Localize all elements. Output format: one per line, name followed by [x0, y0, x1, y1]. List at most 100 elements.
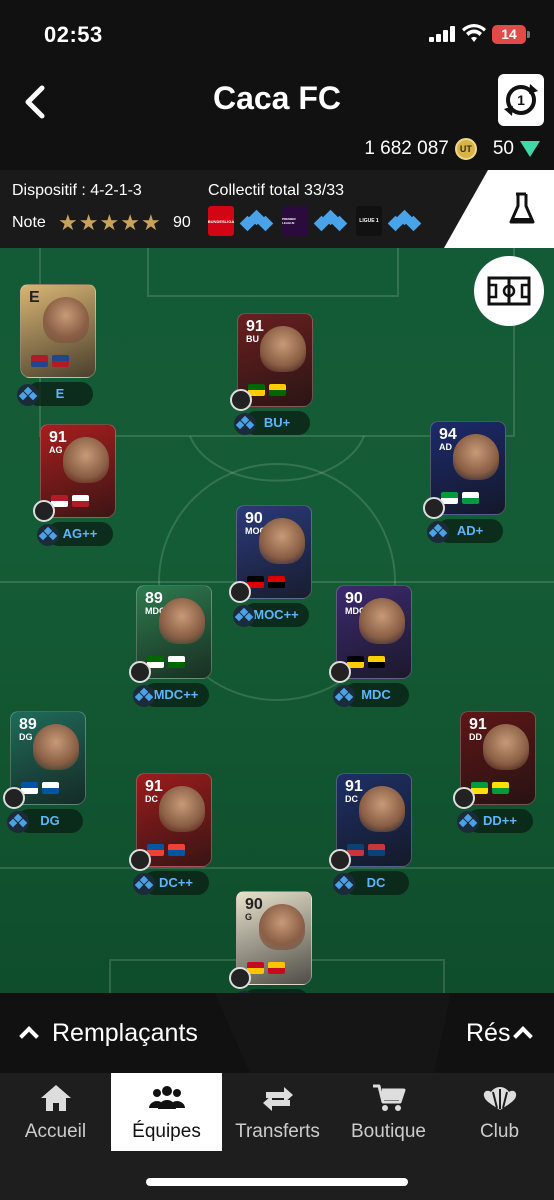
points-value: 50 [492, 138, 514, 159]
bench-toggle-button[interactable]: Remplaçants [0, 993, 250, 1073]
player-badges [347, 656, 389, 668]
player-badges [248, 384, 290, 396]
chemistry-diamonds-icon [133, 873, 155, 895]
player-rating: 90 [345, 590, 363, 607]
squad-info-bar: Dispositif : 4-2-1-3 Collectif total 33/… [0, 170, 554, 248]
badge-icon [52, 355, 69, 367]
currency-display: 1 682 087 UT 50 [364, 138, 540, 160]
player-rating: 94 [439, 426, 457, 443]
status-bar: 02:53 14 [0, 0, 554, 62]
player-slot[interactable]: 91 DC DC++ [124, 773, 219, 895]
player-slot[interactable]: EE [13, 284, 103, 406]
battery-icon: 14 [492, 25, 526, 44]
player-slot[interactable]: 91 DD DD++ [448, 711, 543, 833]
player-portrait [259, 518, 305, 564]
wifi-icon [462, 24, 486, 42]
nav-club-label: Club [479, 1121, 520, 1142]
svg-text:1: 1 [517, 92, 525, 108]
battery-tip [527, 31, 530, 38]
transfer-icon [263, 1087, 293, 1111]
player-badges [31, 355, 73, 367]
player-badges [247, 576, 289, 588]
badge-icon [72, 495, 89, 507]
badge-icon [462, 492, 479, 504]
player-slot[interactable]: 91 BU BU+ [225, 313, 320, 435]
chemistry-diamonds-icon [333, 873, 355, 895]
player-slot[interactable]: 94 AD AD+ [418, 421, 513, 543]
formation-view-button[interactable] [474, 256, 544, 326]
chemistry-diamonds-icon [387, 209, 422, 232]
player-portrait [159, 598, 205, 644]
nav-store[interactable]: Boutique [333, 1073, 444, 1151]
player-portrait [359, 786, 405, 832]
player-slot[interactable]: 89 MDC MDC++ [124, 585, 219, 707]
player-slot[interactable]: 90 MOC MOC++ [224, 505, 319, 627]
player-card[interactable]: E [20, 284, 96, 378]
chemistry-diamonds-icon [333, 685, 355, 707]
player-rating: 89 [145, 590, 163, 607]
star-icon: ★ [78, 210, 99, 235]
player-slot[interactable]: 91 AG AG++ [28, 424, 123, 546]
player-badges [441, 492, 483, 504]
page-title: Caca FC [212, 80, 342, 116]
badge-icon [268, 962, 285, 974]
badge-icon [168, 656, 185, 668]
player-portrait [63, 437, 109, 483]
badge-icon [492, 782, 509, 794]
player-card-position: AG [49, 445, 63, 455]
player-rating: 91 [246, 318, 264, 335]
player-badges [247, 962, 289, 974]
player-rating: 91 [49, 429, 67, 446]
chemistry-diamonds-icon [313, 209, 348, 232]
player-portrait [33, 724, 79, 770]
formation-text: Dispositif : 4-2-1-3 [12, 182, 142, 199]
player-rating: 91 [345, 778, 363, 795]
chemistry-diamonds-icon [427, 521, 449, 543]
player-portrait [159, 786, 205, 832]
player-card-position: G [245, 912, 253, 922]
header: Caca FC 1 1 682 087 UT 50 [0, 62, 554, 170]
chemistry-diamonds-icon [7, 811, 29, 833]
player-card-position: DG [19, 732, 33, 742]
badge-icon [268, 576, 285, 588]
player-badges [347, 844, 389, 856]
premier-league-logo: PREMIER LEAGUE [282, 206, 308, 236]
nav-store-label: Boutique [350, 1121, 426, 1142]
rating-label: Note [12, 214, 46, 231]
nav-home[interactable]: Accueil [0, 1073, 111, 1151]
team-icon [149, 1086, 185, 1109]
nav-teams[interactable]: Équipes [111, 1073, 222, 1151]
player-portrait [260, 326, 306, 372]
player-slot[interactable]: 90 MDC MDC [324, 585, 419, 707]
rating-stars: ★ ★ ★ ★ ★ [58, 210, 162, 236]
player-badges [147, 844, 189, 856]
chemistry-lab-button[interactable] [444, 170, 554, 248]
player-card-position: AD [439, 442, 452, 452]
reserves-toggle-button[interactable]: Rés [434, 993, 554, 1073]
coin-icon: UT [454, 138, 477, 160]
nav-club[interactable]: Club [444, 1073, 554, 1151]
player-portrait [483, 724, 529, 770]
player-slot[interactable]: 89 DG DG [0, 711, 93, 833]
swap-squad-button[interactable]: 1 [498, 74, 544, 126]
bench-label: Remplaçants [52, 1019, 198, 1047]
pitch-icon [487, 276, 531, 306]
flask-icon [509, 192, 535, 224]
badge-icon [42, 782, 59, 794]
ligue1-logo: LIGUE 1 [356, 206, 382, 236]
player-slot[interactable]: 90GG [224, 891, 319, 993]
badge-icon [31, 355, 48, 367]
bottom-nav: Accueil Équipes Transferts Boutique Club [0, 1073, 554, 1200]
player-badges [471, 782, 513, 794]
player-rating: 89 [19, 716, 37, 733]
player-badges [51, 495, 93, 507]
badge-icon [168, 844, 185, 856]
star-icon: ★ [58, 210, 78, 235]
player-slot[interactable]: 91 DC DC [324, 773, 419, 895]
nav-transfers[interactable]: Transferts [222, 1073, 333, 1151]
player-portrait [259, 904, 305, 950]
star-icon: ★ [120, 210, 140, 235]
chevron-up-icon [19, 1026, 39, 1046]
signal-icon [429, 26, 455, 42]
coins-value: 1 682 087 [364, 138, 449, 159]
